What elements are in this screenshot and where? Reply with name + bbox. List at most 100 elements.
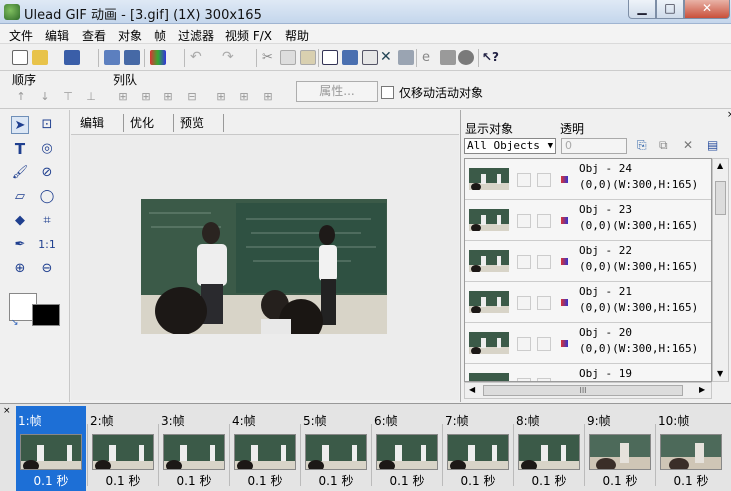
object-visibility-toggle[interactable]	[517, 173, 531, 187]
object-row[interactable]: Obj - 23 (0,0)(W:300,H:165)	[465, 200, 711, 241]
eyedropper-icon[interactable]: ✒	[11, 236, 29, 254]
bring-to-front-icon[interactable]: ↑	[15, 91, 27, 103]
undo-icon[interactable]: ↶	[190, 50, 206, 65]
actual-size-icon[interactable]: 1:1	[38, 236, 56, 254]
menu-object[interactable]: 对象	[118, 27, 142, 44]
object-row[interactable]: Obj - 24 (0,0)(W:300,H:165)	[465, 159, 711, 200]
tab-optimize[interactable]: 优化	[124, 114, 174, 132]
menu-help[interactable]: 帮助	[285, 27, 309, 44]
optimize-wizard-icon[interactable]	[150, 50, 166, 65]
object-properties-icon[interactable]: ▤	[707, 138, 718, 152]
menu-edit[interactable]: 编辑	[45, 27, 69, 44]
hscroll-thumb[interactable]: III	[483, 385, 683, 396]
frame-thumbnail-3[interactable]: 3:帧 0.1 秒	[159, 406, 229, 491]
lasso-tool-icon[interactable]: ◎	[38, 140, 56, 158]
close-button[interactable]: ✕	[684, 0, 730, 19]
frame-delay[interactable]: 0.1 秒	[88, 472, 158, 489]
frame-delay[interactable]: 0.1 秒	[301, 472, 371, 489]
object-list[interactable]: Obj - 24 (0,0)(W:300,H:165) Obj - 23 (0,…	[464, 158, 712, 382]
duplicate-object-icon[interactable]: ⧉	[659, 138, 668, 153]
scroll-left-icon[interactable]: ◀	[469, 385, 475, 394]
tab-edit[interactable]: 编辑	[74, 114, 124, 132]
add-frame-icon[interactable]	[322, 50, 338, 65]
frame-delay[interactable]: 0.1 秒	[230, 472, 300, 489]
frame-thumbnail-4[interactable]: 4:帧 0.1 秒	[230, 406, 300, 491]
align-bottom-icon[interactable]: ⊞	[238, 91, 250, 103]
chevron-down-icon[interactable]: ▼	[548, 139, 553, 153]
frame-delay[interactable]: 0.1 秒	[443, 472, 513, 489]
vscroll-thumb[interactable]	[715, 181, 726, 215]
redo-icon[interactable]: ↷	[222, 50, 238, 65]
distribute-icon[interactable]: ⊞	[262, 91, 274, 103]
object-lock-toggle[interactable]	[537, 214, 551, 228]
save-icon[interactable]	[64, 50, 80, 65]
banner-text-icon[interactable]	[440, 50, 456, 65]
object-visibility-toggle[interactable]	[517, 255, 531, 269]
frame-delay[interactable]: 0.1 秒	[159, 472, 229, 489]
frame-thumbnail-1[interactable]: 1:帧 0.1 秒	[16, 406, 86, 491]
effects-icon[interactable]	[458, 50, 474, 65]
copy-icon[interactable]	[280, 50, 296, 65]
frame-properties-icon[interactable]	[362, 50, 378, 65]
object-row[interactable]: Obj - 22 (0,0)(W:300,H:165)	[465, 241, 711, 282]
move-active-only-checkbox[interactable]	[381, 86, 394, 99]
menu-file[interactable]: 文件	[9, 27, 33, 44]
paste-icon[interactable]	[300, 50, 316, 65]
align-top-icon[interactable]: ⊟	[186, 91, 198, 103]
align-left-icon[interactable]: ⊞	[117, 91, 129, 103]
select-tool-icon[interactable]: ➤	[11, 116, 29, 134]
fill-tool-icon[interactable]: ◆	[11, 212, 29, 230]
open-folder-icon[interactable]	[32, 50, 48, 65]
object-row[interactable]: Obj - 20 (0,0)(W:300,H:165)	[465, 323, 711, 364]
cut-icon[interactable]: ✂	[262, 50, 278, 65]
menu-video-fx[interactable]: 视频 F/X	[225, 27, 272, 44]
new-object-icon[interactable]: ⎘	[637, 138, 647, 153]
object-lock-toggle[interactable]	[537, 173, 551, 187]
ellipse-select-icon[interactable]: ◯	[38, 188, 56, 206]
frame-delay[interactable]: 0.1 秒	[16, 472, 86, 489]
zoom-in-icon[interactable]: ⊕	[11, 260, 29, 278]
help-pointer-icon[interactable]: ↖?	[482, 50, 499, 65]
tween-icon[interactable]	[398, 50, 414, 65]
object-visibility-toggle[interactable]	[517, 296, 531, 310]
frame-delay[interactable]: 0.1 秒	[656, 472, 726, 489]
tab-preview[interactable]: 预览	[174, 114, 224, 132]
object-row[interactable]: Obj - 19	[465, 364, 711, 381]
swap-colors-icon[interactable]: ↘	[11, 318, 19, 328]
menu-frame[interactable]: 帧	[154, 27, 166, 44]
zoom-out-icon[interactable]: ⊖	[38, 260, 56, 278]
delete-object-icon[interactable]: ✕	[683, 138, 693, 152]
object-list-hscrollbar[interactable]: ◀ III ▶	[464, 382, 712, 399]
properties-button[interactable]: 属性...	[296, 81, 378, 102]
brush-tool-icon[interactable]: 🖌	[11, 164, 29, 182]
transform-tool-icon[interactable]: ⌗	[38, 212, 56, 230]
import-icon[interactable]	[104, 50, 120, 65]
frame-thumbnail-9[interactable]: 9:帧 0.1 秒	[585, 406, 655, 491]
frame-thumbnail-7[interactable]: 7:帧 0.1 秒	[443, 406, 513, 491]
frame-delay[interactable]: 0.1 秒	[514, 472, 584, 489]
frame-thumbnail-8[interactable]: 8:帧 0.1 秒	[514, 406, 584, 491]
gif-frame-image[interactable]	[141, 199, 387, 334]
background-color-swatch[interactable]	[32, 304, 60, 326]
scroll-up-icon[interactable]: ▲	[717, 161, 723, 170]
object-filter-select[interactable]: All Objects ▼	[464, 138, 556, 154]
object-visibility-toggle[interactable]	[517, 337, 531, 351]
eraser-tool-icon[interactable]: ▱	[11, 188, 29, 206]
maximize-button[interactable]: □	[656, 0, 684, 19]
panel-close-icon[interactable]: ×	[727, 110, 731, 120]
scroll-right-icon[interactable]: ▶	[699, 385, 705, 394]
crop-tool-icon[interactable]: ⊡	[38, 116, 56, 134]
frame-delay[interactable]: 0.1 秒	[585, 472, 655, 489]
object-list-vscrollbar[interactable]: ▲ ▼	[712, 158, 729, 382]
menu-filter[interactable]: 过滤器	[178, 27, 214, 44]
export-icon[interactable]	[124, 50, 140, 65]
magic-wand-icon[interactable]: ⊘	[38, 164, 56, 182]
align-right-icon[interactable]: ⊞	[162, 91, 174, 103]
object-visibility-toggle[interactable]	[517, 214, 531, 228]
frame-thumbnail-2[interactable]: 2:帧 0.1 秒	[88, 406, 158, 491]
frame-delay[interactable]: 0.1 秒	[372, 472, 442, 489]
object-lock-toggle[interactable]	[537, 255, 551, 269]
bring-forward-icon[interactable]: ⊤	[62, 91, 74, 103]
scroll-down-icon[interactable]: ▼	[717, 369, 723, 378]
object-row[interactable]: Obj - 21 (0,0)(W:300,H:165)	[465, 282, 711, 323]
